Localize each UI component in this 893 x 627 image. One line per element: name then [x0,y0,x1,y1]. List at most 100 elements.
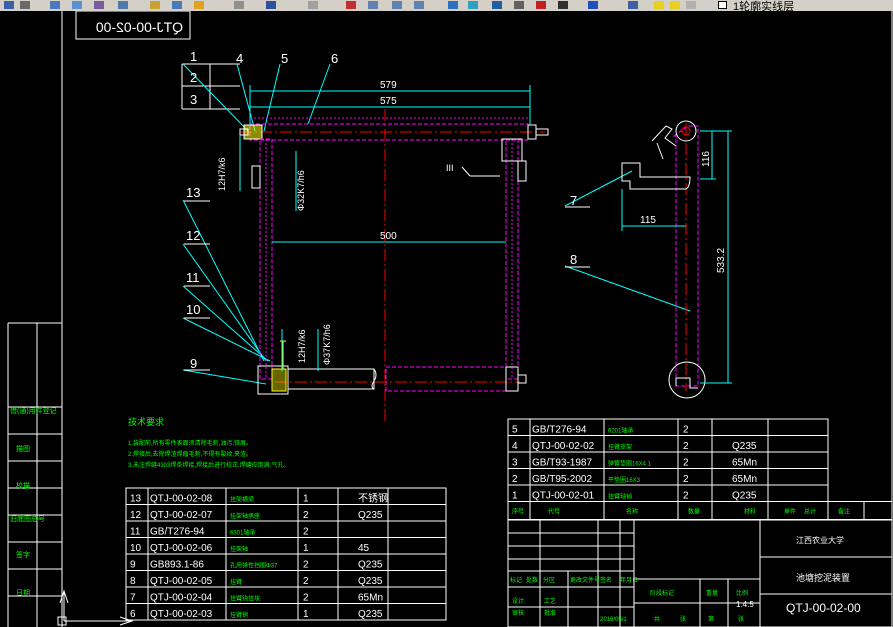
balloon-10: 10 [186,302,200,317]
parts-header-cell: 名称 [626,508,638,516]
weight-label: 重量 [706,589,718,597]
cut-icon[interactable] [92,0,106,10]
balloon-4: 4 [236,51,243,66]
front-view-dimensions [239,85,531,371]
parts-cell: 6 [130,609,136,620]
front-view [239,109,549,423]
sheet-unit-label: 张 [680,615,686,623]
side-dimension-texts: 115 116 533.2 [640,151,727,273]
side-stamp-labels: 借(通)用件登记 描图 校描 旧底图总号 签字 日期 [10,406,57,597]
help-icon[interactable] [586,0,600,10]
balloon-3: 3 [190,92,197,107]
tech-req-title: 技术要求 [128,416,164,427]
fit-12h7-bottom: 12H7/k6 [297,329,307,363]
zoom-window-icon[interactable] [344,0,358,10]
rev-label: 处数 [526,576,538,584]
parts-cell: 4 [512,441,518,452]
calculator-icon[interactable] [512,0,526,10]
redo-icon[interactable] [232,0,246,10]
balloon-6: 6 [331,51,338,66]
dim-115: 115 [640,215,656,226]
toolpalettes-icon[interactable] [446,0,460,10]
parts-cell: GB/T276-94 [150,527,205,538]
parts-cell: QTJ-00-02-03 [150,609,213,620]
parts-cell: 9 [130,560,136,571]
parts-header-cell: 单件 [784,508,796,516]
sheet-total-label: 共 [654,615,660,623]
balloon-7: 7 [570,193,577,208]
sheet-no-label: 第 [708,615,714,623]
parts-cell: 2 [512,474,518,485]
sheetset-icon[interactable] [466,0,480,10]
parts-header-cell: 总计 [804,508,816,516]
parts-cell: QTJ-00-02-05 [150,576,213,587]
zoom-previous-icon[interactable] [366,0,380,10]
layer-swatch-icon[interactable] [716,0,730,10]
tech-req-line: 3.未注焊缝4303焊条焊接,焊接后进行校正,焊缝应饱满,气孔。 [128,461,289,469]
save-icon[interactable] [2,0,16,10]
zoom-realtime-icon[interactable] [306,0,320,10]
parts-cell: 2 [683,425,689,436]
parts-cell: QTJ-00-02-04 [150,593,213,604]
layer-on-icon[interactable] [652,0,666,10]
grid-icon[interactable] [556,0,570,10]
parts-cell: 11 [130,527,141,538]
parts-cell: 2 [303,593,309,604]
parts-cell: 挂架轴 [230,545,248,553]
drawing-canvas[interactable]: 借(通)用件登记 描图 校描 旧底图总号 签字 日期 QTJ-00-02-00 … [0,11,893,627]
parts-cell: 8 [130,576,136,587]
bottom-shaft-right [385,366,507,392]
rev-label: 标记 [510,576,522,584]
properties-icon[interactable] [390,0,404,10]
person-label: 批准 [544,609,556,617]
parts-cell: Q235 [732,491,757,502]
dim-533: 533.2 [716,248,727,273]
parts-cell: QTJ-00-02-07 [150,510,213,521]
tech-req-line: 2.焊接后,去除焊渣焊瘤毛刺,不得有裂纹,夹渣。 [128,450,252,458]
dim-579: 579 [380,80,397,91]
parts-cell: 2 [683,441,689,452]
paste-icon[interactable] [148,0,162,10]
technical-requirements: 技术要求 1.装配前,所有零件表面须清除毛刺,油污,铁屑。 2.焊接后,去除焊渣… [128,416,289,469]
parts-header-cell: 备注 [838,508,850,516]
undo-icon[interactable] [192,0,206,10]
fit-12h7-top: 12H7/k6 [217,157,227,191]
dim-500: 500 [380,231,397,242]
print-icon[interactable] [18,0,32,10]
parts-cell: 6201轴承 [608,427,633,435]
layer-freeze-icon[interactable] [668,0,682,10]
parts-cell: 2 [683,474,689,485]
parts-cell: QTJ-00-02-02 [532,441,595,452]
top-left-bearing [243,124,263,140]
publish-icon[interactable] [70,0,84,10]
matchprop-icon[interactable] [170,0,184,10]
school-name: 江西农业大学 [796,535,844,545]
preview-icon[interactable] [48,0,62,10]
parts-cell: GB/T95-2002 [532,474,592,485]
designcenter-icon[interactable] [412,0,426,10]
copy-icon[interactable] [116,0,130,10]
person-label: 设计 [512,597,524,605]
balloon-1: 1 [190,49,197,64]
rev-label: 签名 [600,576,612,584]
balloon-12: 12 [186,228,200,243]
pan-icon[interactable] [264,0,278,10]
parts-cell: 7 [130,593,136,604]
parts-cell: 2 [683,458,689,469]
parts-cell: GB/T276-94 [532,425,587,436]
parts-cell: 2 [303,560,309,571]
fit-37k7: Φ37K7/h6 [322,324,332,365]
parts-cell: Q235 [732,441,757,452]
layer-lock-icon[interactable] [684,0,698,10]
scale: 1:4.5 [736,600,754,609]
markup-icon[interactable] [490,0,504,10]
parts-cell: Q235 [358,510,383,521]
layer-color-icon[interactable] [700,0,714,10]
calculator-2-icon[interactable] [534,0,548,10]
parts-cell: 2 [303,527,309,538]
parts-cell: 2 [303,576,309,587]
layer-name-dropdown[interactable]: 1轮廓实线层 [733,0,794,11]
layer-manager-icon[interactable] [626,0,640,10]
balloon-5: 5 [281,51,288,66]
leader-lines [182,63,691,385]
